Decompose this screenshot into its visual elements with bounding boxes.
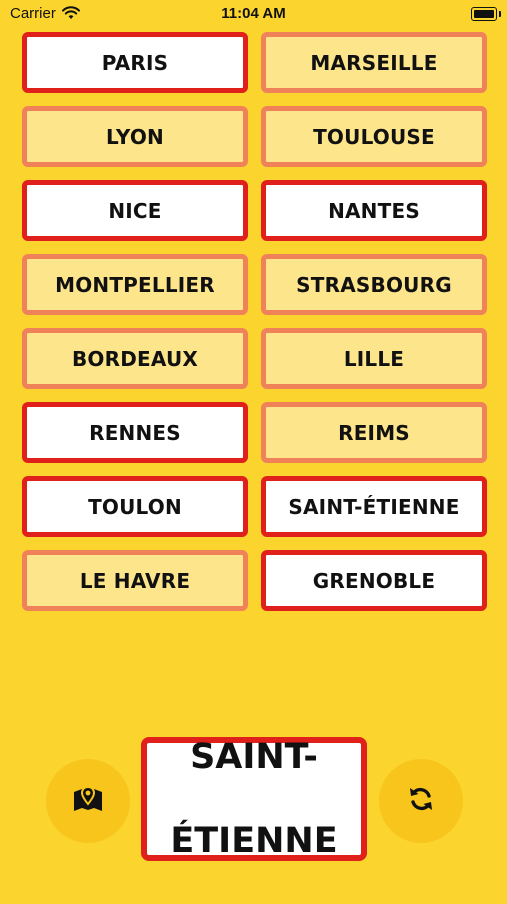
city-label: GRENOBLE bbox=[312, 568, 436, 593]
city-label: BORDEAUX bbox=[71, 346, 199, 371]
city-button[interactable]: PARIS bbox=[22, 32, 248, 93]
city-button[interactable]: TOULOUSE bbox=[261, 106, 487, 167]
city-label: STRASBOURG bbox=[296, 272, 452, 297]
target-city-line-1: SAINT- bbox=[190, 737, 318, 777]
city-label: NICE bbox=[108, 198, 162, 223]
refresh-button[interactable] bbox=[379, 759, 463, 843]
map-button[interactable] bbox=[46, 759, 130, 843]
city-label: SAINT-ÉTIENNE bbox=[288, 494, 460, 519]
city-button[interactable]: TOULON bbox=[22, 476, 248, 537]
city-label: TOULON bbox=[88, 494, 182, 519]
city-button[interactable]: STRASBOURG bbox=[261, 254, 487, 315]
city-button[interactable]: LILLE bbox=[261, 328, 487, 389]
refresh-icon bbox=[407, 785, 435, 817]
city-button[interactable]: MARSEILLE bbox=[261, 32, 487, 93]
map-marker-icon bbox=[72, 785, 104, 817]
city-label: REIMS bbox=[338, 420, 410, 445]
clock: 11:04 AM bbox=[221, 5, 286, 22]
city-button[interactable]: MONTPELLIER bbox=[22, 254, 248, 315]
city-button[interactable]: RENNES bbox=[22, 402, 248, 463]
city-button[interactable]: NICE bbox=[22, 180, 248, 241]
city-label: LE HAVRE bbox=[79, 568, 191, 593]
target-city-sign: SAINT- ÉTIENNE bbox=[141, 737, 367, 861]
city-label: RENNES bbox=[89, 420, 181, 445]
city-label: MARSEILLE bbox=[310, 50, 438, 75]
city-button[interactable]: LYON bbox=[22, 106, 248, 167]
city-label: LILLE bbox=[343, 346, 405, 371]
target-city-label: SAINT- ÉTIENNE bbox=[170, 694, 337, 904]
city-label: PARIS bbox=[101, 50, 169, 75]
city-button[interactable]: NANTES bbox=[261, 180, 487, 241]
city-button[interactable]: GRENOBLE bbox=[261, 550, 487, 611]
city-label: TOULOUSE bbox=[313, 124, 435, 149]
city-button[interactable]: SAINT-ÉTIENNE bbox=[261, 476, 487, 537]
city-button[interactable]: REIMS bbox=[261, 402, 487, 463]
city-label: NANTES bbox=[328, 198, 420, 223]
city-button[interactable]: LE HAVRE bbox=[22, 550, 248, 611]
city-label: LYON bbox=[106, 124, 164, 149]
city-label: MONTPELLIER bbox=[55, 272, 215, 297]
city-grid: PARIS MARSEILLE LYON TOULOUSE NICE NANTES MONT… bbox=[22, 32, 487, 611]
battery-icon bbox=[471, 7, 501, 21]
city-button[interactable]: BORDEAUX bbox=[22, 328, 248, 389]
status-bar: Carrier 11:04 AM bbox=[0, 0, 507, 28]
target-city-line-2: ÉTIENNE bbox=[170, 821, 338, 861]
